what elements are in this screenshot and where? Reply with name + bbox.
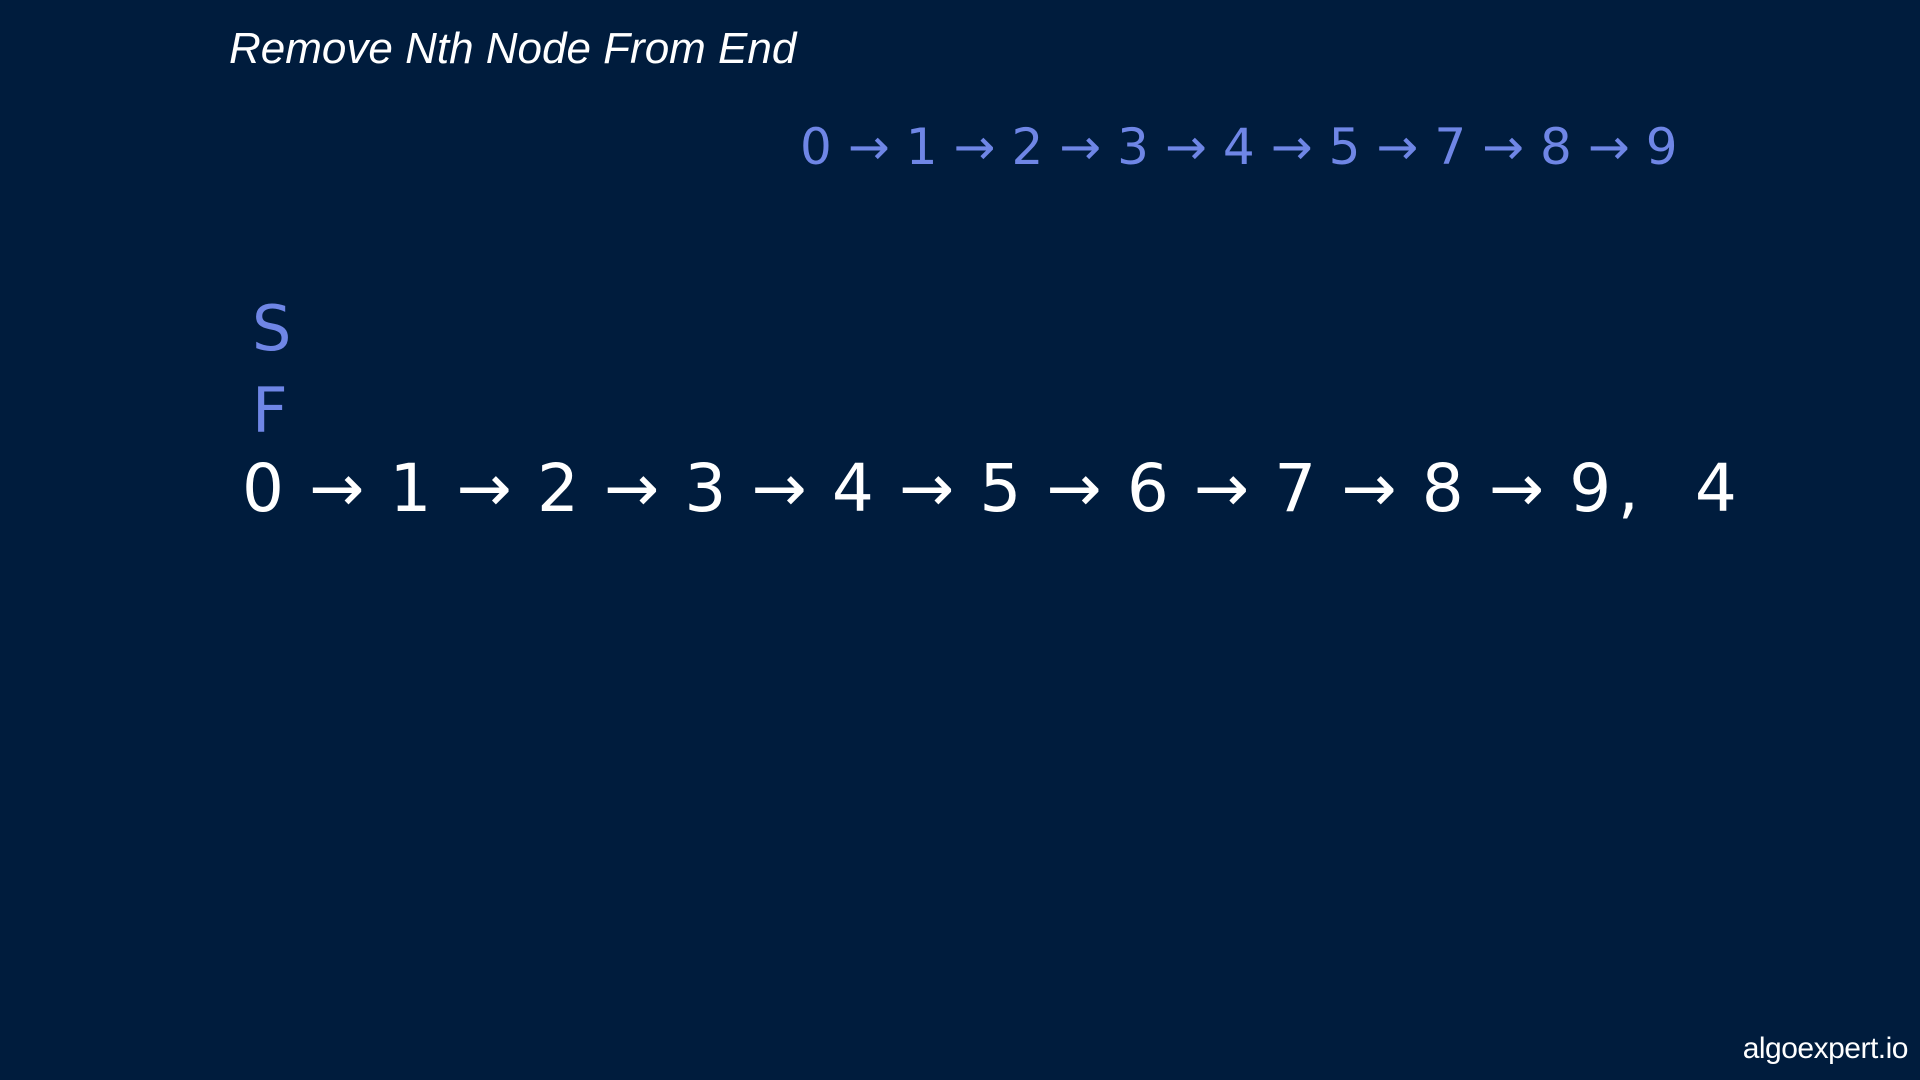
fast-pointer-label: F	[252, 374, 288, 447]
result-linked-list: 0 → 1 → 2 → 3 → 4 → 5 → 7 → 8 → 9	[800, 118, 1678, 176]
arrow-icon: →	[1587, 118, 1630, 176]
whiteboard-canvas: Remove Nth Node From End 0 → 1 → 2 → 3 → 4 → 5 → 7 → 8…	[0, 0, 1920, 1080]
arrow-icon: →	[847, 118, 890, 176]
list-node-6: 6	[1126, 450, 1169, 527]
page-title: Remove Nth Node From End	[229, 24, 797, 73]
arrow-icon: →	[604, 450, 660, 527]
arrow-icon: →	[1046, 450, 1102, 527]
list-node-0: 0	[242, 450, 284, 527]
list-node-8: 8	[1540, 118, 1572, 176]
arrow-icon: →	[1482, 118, 1525, 176]
input-linked-list: 0 → 1 → 2 → 3 → 4 → 5 → 6 → 7 → 8 → 9, 4	[242, 450, 1737, 527]
n-value: 4	[1694, 450, 1737, 527]
arrow-icon: →	[456, 450, 512, 527]
list-node-5: 5	[1328, 118, 1361, 176]
arrow-icon: →	[1341, 450, 1397, 527]
arrow-icon: →	[751, 450, 807, 527]
arrow-icon: →	[898, 450, 955, 527]
arrow-icon: →	[1193, 450, 1250, 527]
list-node-3: 3	[684, 450, 727, 527]
slow-pointer-label: S	[252, 292, 292, 365]
list-node-8: 8	[1421, 450, 1464, 527]
list-node-9: 9	[1569, 450, 1612, 527]
separator-comma: ,	[1617, 450, 1639, 527]
list-node-7: 7	[1434, 118, 1467, 176]
list-node-0: 0	[800, 118, 832, 176]
arrow-icon: →	[309, 450, 365, 527]
arrow-icon: →	[1376, 118, 1419, 176]
list-node-2: 2	[1011, 118, 1044, 176]
list-node-2: 2	[536, 450, 579, 527]
list-node-7: 7	[1274, 450, 1317, 527]
list-node-4: 4	[831, 450, 874, 527]
watermark: algoexpert.io	[1742, 1032, 1909, 1065]
list-node-5: 5	[979, 450, 1022, 527]
list-node-9: 9	[1645, 118, 1678, 176]
arrow-icon: →	[1270, 118, 1313, 176]
arrow-icon: →	[1164, 118, 1207, 176]
arrow-icon: →	[1059, 118, 1102, 176]
list-node-1: 1	[905, 118, 938, 176]
list-node-3: 3	[1117, 118, 1149, 176]
arrow-icon: →	[1488, 450, 1545, 527]
arrow-icon: →	[953, 118, 996, 176]
list-node-4: 4	[1222, 118, 1255, 176]
list-node-1: 1	[389, 450, 432, 527]
